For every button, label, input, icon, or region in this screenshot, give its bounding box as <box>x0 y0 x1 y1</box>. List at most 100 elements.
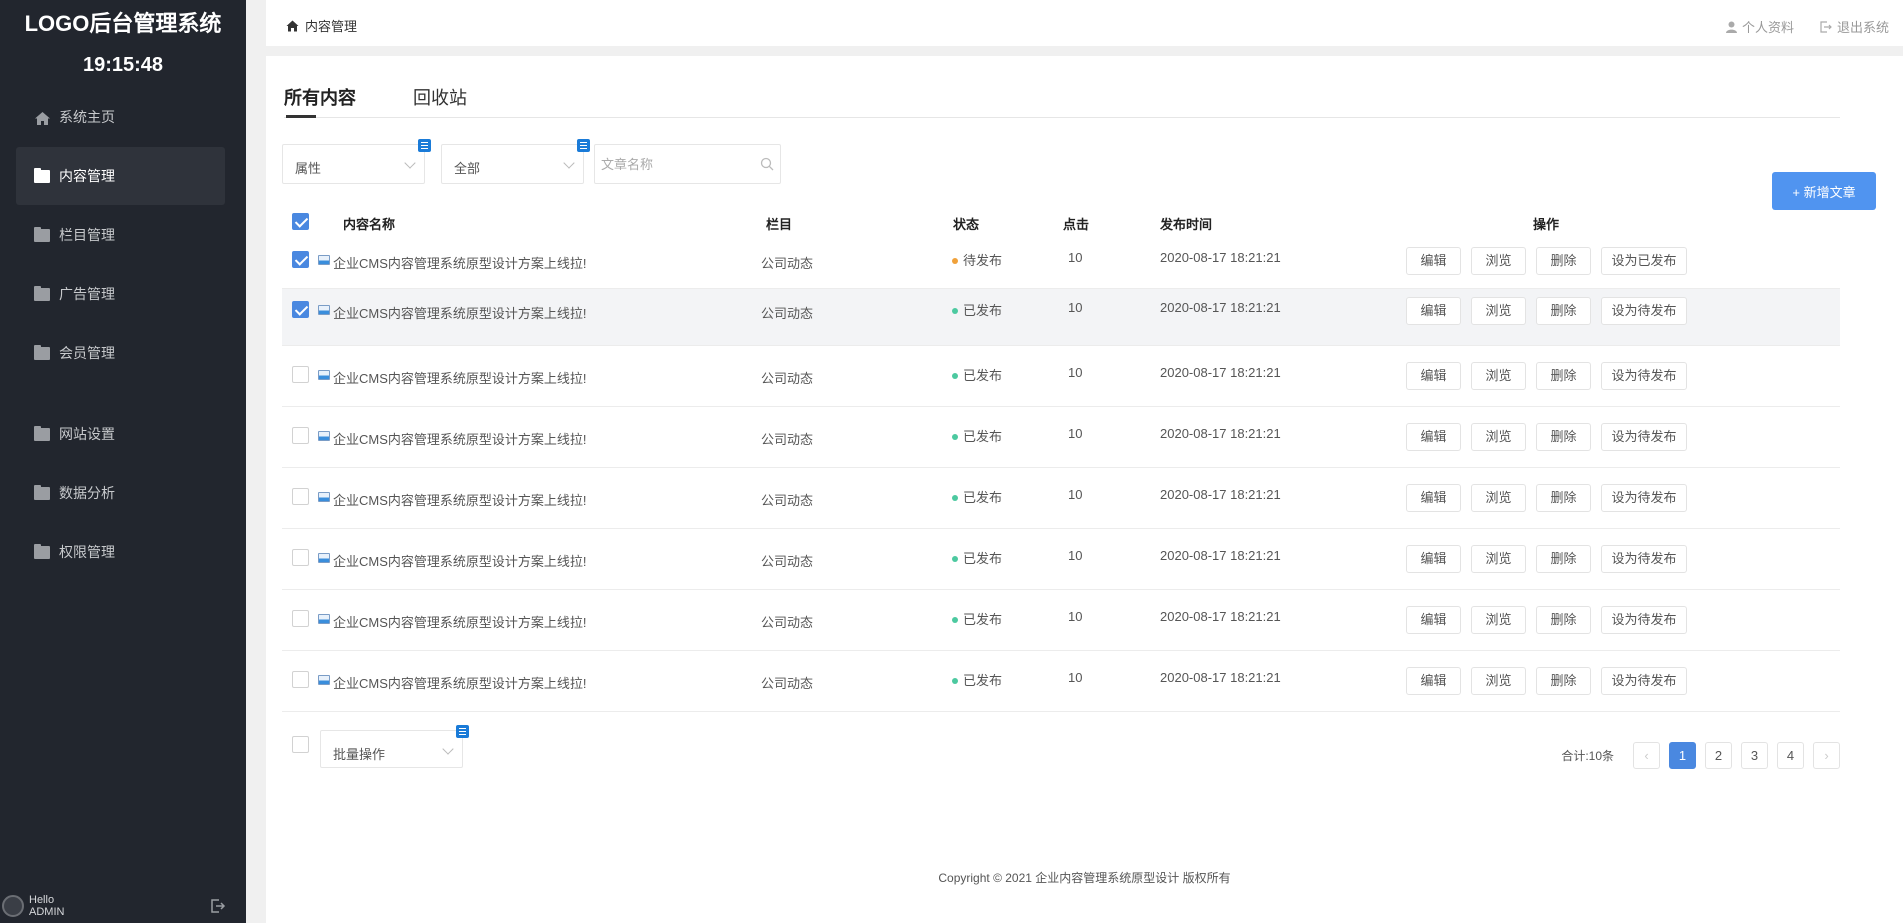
row-column: 公司动态 <box>761 432 814 447</box>
select-all-checkbox[interactable] <box>292 213 309 230</box>
toggle-status-button[interactable]: 设为待发布 <box>1601 606 1687 634</box>
view-button[interactable]: 浏览 <box>1471 667 1526 695</box>
toggle-status-button[interactable]: 设为待发布 <box>1601 362 1687 390</box>
copyright: Copyright © 2021 企业内容管理系统原型设计 版权所有 <box>938 871 1231 885</box>
toggle-status-button[interactable]: 设为待发布 <box>1601 667 1687 695</box>
edit-button[interactable]: 编辑 <box>1406 423 1461 451</box>
col-time: 发布时间 <box>1160 217 1213 232</box>
row-title[interactable]: 企业CMS内容管理系统原型设计方案上线拉! <box>333 429 587 448</box>
logout-icon[interactable] <box>210 898 226 914</box>
toggle-status-button[interactable]: 设为待发布 <box>1601 297 1687 325</box>
table-row: 企业CMS内容管理系统原型设计方案上线拉! 公司动态 已发布 10 2020-08-17… <box>282 346 1840 407</box>
tab-recycle-bin[interactable]: 回收站 <box>413 84 467 110</box>
folder-icon <box>34 543 50 559</box>
table-footer: 批量操作 合计:10条 ‹ 1 2 3 4 › <box>282 725 1840 778</box>
delete-button[interactable]: 删除 <box>1536 667 1591 695</box>
delete-button[interactable]: 删除 <box>1536 606 1591 634</box>
edit-button[interactable]: 编辑 <box>1406 545 1461 573</box>
sidebar-item-columns[interactable]: 栏目管理 <box>16 206 225 264</box>
delete-button[interactable]: 删除 <box>1536 247 1591 275</box>
toggle-status-button[interactable]: 设为待发布 <box>1601 545 1687 573</box>
status-label: 已发布 <box>963 673 1003 688</box>
sidebar-item-analytics[interactable]: 数据分析 <box>16 464 225 522</box>
page-button[interactable]: 2 <box>1705 742 1732 769</box>
status-dot <box>952 495 958 501</box>
sidebar-item-label: 网站设置 <box>59 426 115 442</box>
row-title[interactable]: 企业CMS内容管理系统原型设计方案上线拉! <box>333 303 587 322</box>
row-checkbox[interactable] <box>292 251 309 268</box>
batch-action-select[interactable]: 批量操作 <box>320 730 463 768</box>
row-title[interactable]: 企业CMS内容管理系统原型设计方案上线拉! <box>333 490 587 509</box>
search-input[interactable] <box>594 144 781 184</box>
edit-button[interactable]: 编辑 <box>1406 247 1461 275</box>
row-checkbox[interactable] <box>292 488 309 505</box>
row-checkbox[interactable] <box>292 366 309 383</box>
row-checkbox[interactable] <box>292 301 309 318</box>
avatar[interactable] <box>2 895 24 917</box>
sidebar: LOGO后台管理系统 19:15:48 系统主页 内容管理 栏目管理 广告管理 … <box>0 0 246 923</box>
view-button[interactable]: 浏览 <box>1471 247 1526 275</box>
edit-button[interactable]: 编辑 <box>1406 606 1461 634</box>
profile-link[interactable]: 个人资料 <box>1725 17 1794 36</box>
delete-button[interactable]: 删除 <box>1536 362 1591 390</box>
view-button[interactable]: 浏览 <box>1471 362 1526 390</box>
footer-select-checkbox[interactable] <box>292 736 309 753</box>
tab-bar: 所有内容 回收站 <box>284 56 1840 118</box>
sidebar-item-label: 栏目管理 <box>59 227 115 243</box>
view-button[interactable]: 浏览 <box>1471 484 1526 512</box>
image-icon <box>318 431 330 441</box>
row-checkbox[interactable] <box>292 671 309 688</box>
sidebar-item-site-settings[interactable]: 网站设置 <box>16 405 225 463</box>
tab-all-content[interactable]: 所有内容 <box>284 84 356 110</box>
row-checkbox[interactable] <box>292 610 309 627</box>
row-checkbox[interactable] <box>292 427 309 444</box>
sidebar-item-members[interactable]: 会员管理 <box>16 324 225 382</box>
row-checkbox[interactable] <box>292 549 309 566</box>
delete-button[interactable]: 删除 <box>1536 297 1591 325</box>
sidebar-item-content[interactable]: 内容管理 <box>16 147 225 205</box>
view-button[interactable]: 浏览 <box>1471 423 1526 451</box>
delete-button[interactable]: 删除 <box>1536 484 1591 512</box>
main-panel: 所有内容 回收站 属性 全部 + 新增文章 内容名称 栏目 状态 点击 发布时间… <box>266 56 1903 923</box>
folder-icon <box>34 344 50 360</box>
prev-page-button[interactable]: ‹ <box>1633 742 1660 769</box>
view-button[interactable]: 浏览 <box>1471 606 1526 634</box>
row-title[interactable]: 企业CMS内容管理系统原型设计方案上线拉! <box>333 612 587 631</box>
sidebar-item-ads[interactable]: 广告管理 <box>16 265 225 323</box>
sidebar-item-home[interactable]: 系统主页 <box>16 88 225 146</box>
search-icon[interactable] <box>760 157 774 176</box>
edit-button[interactable]: 编辑 <box>1406 297 1461 325</box>
status-dot <box>952 434 958 440</box>
toggle-status-button[interactable]: 设为已发布 <box>1601 247 1687 275</box>
edit-button[interactable]: 编辑 <box>1406 484 1461 512</box>
toggle-status-button[interactable]: 设为待发布 <box>1601 423 1687 451</box>
table-row: 企业CMS内容管理系统原型设计方案上线拉! 公司动态 已发布 10 2020-08-17… <box>282 289 1840 346</box>
row-title[interactable]: 企业CMS内容管理系统原型设计方案上线拉! <box>333 368 587 387</box>
view-button[interactable]: 浏览 <box>1471 545 1526 573</box>
next-page-button[interactable]: › <box>1813 742 1840 769</box>
page-button[interactable]: 4 <box>1777 742 1804 769</box>
category-select[interactable]: 全部 <box>441 144 584 184</box>
toggle-status-button[interactable]: 设为待发布 <box>1601 484 1687 512</box>
logout-link[interactable]: 退出系统 <box>1820 17 1889 36</box>
page-button[interactable]: 3 <box>1741 742 1768 769</box>
sidebar-item-permissions[interactable]: 权限管理 <box>16 523 225 581</box>
table-row: 企业CMS内容管理系统原型设计方案上线拉! 公司动态 已发布 10 2020-08-17… <box>282 651 1840 712</box>
sidebar-item-label: 会员管理 <box>59 345 115 361</box>
view-button[interactable]: 浏览 <box>1471 297 1526 325</box>
row-status: 已发布 <box>952 300 1002 319</box>
edit-button[interactable]: 编辑 <box>1406 362 1461 390</box>
image-icon <box>318 370 330 380</box>
col-ops: 操作 <box>1533 217 1560 232</box>
delete-button[interactable]: 删除 <box>1536 545 1591 573</box>
status-label: 已发布 <box>963 551 1003 566</box>
row-title[interactable]: 企业CMS内容管理系统原型设计方案上线拉! <box>333 253 587 272</box>
row-title[interactable]: 企业CMS内容管理系统原型设计方案上线拉! <box>333 551 587 570</box>
edit-button[interactable]: 编辑 <box>1406 667 1461 695</box>
delete-button[interactable]: 删除 <box>1536 423 1591 451</box>
attribute-select[interactable]: 属性 <box>282 144 425 184</box>
page-button[interactable]: 1 <box>1669 742 1696 769</box>
table-row: 企业CMS内容管理系统原型设计方案上线拉! 公司动态 已发布 10 2020-08-17… <box>282 407 1840 468</box>
row-title[interactable]: 企业CMS内容管理系统原型设计方案上线拉! <box>333 673 587 692</box>
chevron-down-icon <box>442 743 454 755</box>
